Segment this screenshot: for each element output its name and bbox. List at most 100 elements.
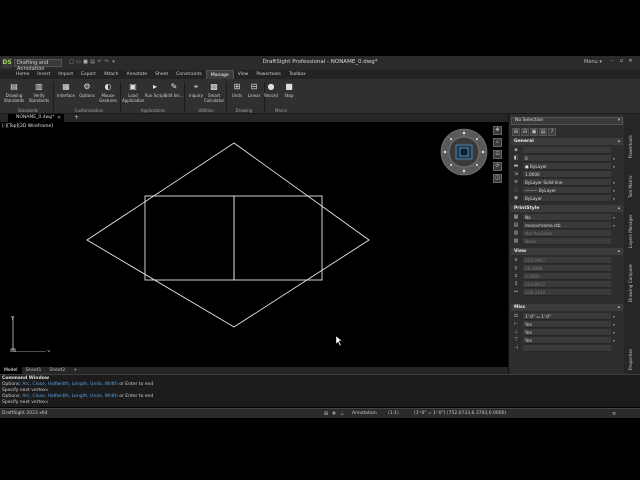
property-row[interactable]: ⊣ (511, 345, 623, 352)
height-icon: ↕ (513, 281, 519, 287)
properties-palette: No Selection ▾ ⊞ ⊟ ▣ ▤? General ▴ ◈ ◧ 0 ▾ ▬ ● By… (508, 114, 624, 374)
tab-import[interactable]: Import (54, 70, 77, 79)
tab-view[interactable]: View (234, 70, 253, 79)
group-macro: Macro (274, 108, 288, 113)
view-cube-icon[interactable]: ◫ (493, 174, 502, 183)
window-title: DraftSight Professional - NONAME_0.dwg* (262, 59, 378, 65)
help-icon[interactable]: ? (548, 128, 556, 136)
property-row[interactable]: ◈ (511, 147, 623, 154)
property-row[interactable]: ⊥ Yes ▾ (511, 329, 623, 336)
property-row[interactable]: ◌ ——— ByLayer ▾ (511, 187, 623, 194)
section-general[interactable]: General ▴ (511, 138, 623, 145)
tab-toolbox[interactable]: Toolbox (285, 70, 310, 79)
stop-button[interactable]: ■ Stop (278, 81, 300, 99)
toggle-pickadd-icon[interactable]: ▣ (530, 128, 538, 136)
smart-calculator-button[interactable]: ▩ Smart Calculator (203, 81, 225, 103)
scale-icon: ⇲ (513, 171, 519, 177)
tab-tool-matrix[interactable]: Tool Matrix (628, 162, 636, 198)
drawing-standards-icon: ▤ (10, 82, 18, 91)
selection-dropdown[interactable]: No Selection ▾ (511, 117, 623, 125)
ucs-per-viewport-icon: ⊤ (513, 337, 519, 343)
group-standards: Standards (17, 108, 39, 113)
property-row[interactable]: ◉ ByLayer ▾ (511, 195, 623, 202)
chevron-down-icon: ▾ (613, 314, 616, 319)
tab-layers-manager[interactable]: Layers Manager (628, 202, 636, 248)
print-table-type-icon: ▧ (513, 238, 519, 244)
chevron-down-icon: ▾ (613, 322, 616, 327)
grid-icon[interactable]: # (330, 411, 338, 417)
close-icon[interactable]: ✕ (626, 58, 635, 64)
section-printstyle[interactable]: PrintStyle ▴ (511, 205, 623, 212)
interface-icon: ▦ (62, 82, 70, 91)
annotation-scale[interactable]: (1:1) (388, 411, 399, 416)
drawing-canvas[interactable]: [-][Top][2D Wireframe] Y X (0, 122, 508, 367)
record-icon: ● (267, 82, 275, 91)
tab-sheet2[interactable]: Sheet2 (45, 367, 69, 374)
navigation-wheel[interactable] (440, 128, 488, 176)
zoom-window-icon[interactable]: ⊡ (493, 150, 502, 159)
interface-button[interactable]: ▦ Interface (55, 81, 77, 99)
options-button[interactable]: ⚙ Options (76, 81, 98, 99)
section-misc[interactable]: Misc ▴ (511, 304, 623, 311)
tab-constraints[interactable]: Constraints (172, 70, 206, 79)
snap-icon[interactable]: ⊞ (322, 411, 330, 417)
orbit-icon[interactable]: ⟳ (493, 162, 502, 171)
property-row[interactable]: ⇲ 1.0000 (511, 171, 623, 178)
width-icon: ↔ (513, 289, 519, 295)
property-row[interactable]: ⚖ 1'-0" = 1'-0" ▾ (511, 313, 623, 320)
property-row[interactable]: ⊢ Yes ▾ (511, 321, 623, 328)
property-row: ▧ None (511, 238, 623, 245)
close-tab-icon[interactable]: ✕ (57, 114, 61, 122)
drawing-standards-button[interactable]: ▤ Drawing Standards (3, 81, 25, 103)
zoom-icon[interactable]: ⌕ (493, 138, 502, 147)
load-application-button[interactable]: ▣ Load Application (122, 81, 144, 103)
verify-standards-button[interactable]: ▥ Verify Standards (28, 81, 50, 103)
customize-status-icon[interactable]: ≡ (612, 411, 616, 417)
tab-powertools[interactable]: Powertools (252, 70, 284, 79)
section-view[interactable]: View ▴ (511, 248, 623, 255)
property-row[interactable]: ⊤ Yes ▾ (511, 337, 623, 344)
document-tab[interactable]: NONAME_0.dwg* (8, 114, 64, 122)
tab-annotate[interactable]: Annotate (123, 70, 152, 79)
tab-insert[interactable]: Insert (33, 70, 54, 79)
mouse-gestures-button[interactable]: ◐ Mouse Gestures (97, 81, 119, 103)
tab-powertools-palette[interactable]: Powertools (628, 118, 636, 158)
command-input[interactable]: Specify next vertex» (2, 400, 48, 405)
tab-sheet1[interactable]: Sheet1 (22, 367, 46, 374)
add-sheet-icon[interactable]: + (69, 367, 81, 374)
property-row: ▥ Not Available (511, 230, 623, 237)
inquiry-icon: ⌖ (193, 82, 199, 91)
tab-drawing-compare[interactable]: Drawing Compare (628, 252, 636, 302)
chevron-up-icon: ▴ (617, 305, 620, 310)
property-row[interactable]: ▦ No ▾ (511, 214, 623, 221)
tab-attach[interactable]: Attach (100, 70, 123, 79)
property-row[interactable]: ◧ 0 ▾ (511, 155, 623, 162)
property-row[interactable]: ▬ ● ByLayer ▾ (511, 163, 623, 170)
minimize-icon[interactable]: – (608, 58, 617, 64)
edit-ins-button[interactable]: ✎ Edit Ins... (163, 81, 185, 99)
center-z-icon: z (514, 273, 518, 279)
tab-manage[interactable]: Manage (205, 70, 234, 79)
mouse-gestures-icon: ◐ (104, 82, 112, 91)
property-row[interactable]: ▤ monochrome.ctb ▾ (511, 222, 623, 229)
select-objects-icon[interactable]: ⊞ (512, 128, 520, 136)
tab-export[interactable]: Export (77, 70, 100, 79)
pan-icon[interactable]: ✥ (493, 126, 502, 135)
tab-sheet[interactable]: Sheet (151, 70, 172, 79)
property-row[interactable]: ≡ ByLayer Solid line ▾ (511, 179, 623, 186)
svg-text:Y: Y (10, 316, 15, 322)
status-toggles: ⊞ # ⊥ (322, 411, 346, 417)
menu-button[interactable]: Menu ▾ (584, 59, 602, 65)
annotation-toggle[interactable]: Annotation (352, 411, 377, 416)
side-palette-tabs: Powertools Tool Matrix Layers Manager Dr… (624, 114, 640, 374)
command-window[interactable]: Command Window Options: Arc, Close, Half… (0, 374, 640, 407)
command-line: Specify next vertex» (2, 388, 49, 393)
tab-properties[interactable]: Properties (628, 336, 636, 370)
maximize-icon[interactable]: ▫ (617, 58, 626, 64)
ortho-icon[interactable]: ⊥ (338, 411, 346, 417)
filter-icon[interactable]: ▤ (539, 128, 547, 136)
new-tab-icon[interactable]: + (74, 114, 79, 122)
tab-home[interactable]: Home (12, 70, 33, 79)
tab-model[interactable]: Model (0, 367, 22, 374)
quick-select-icon[interactable]: ⊟ (521, 128, 529, 136)
